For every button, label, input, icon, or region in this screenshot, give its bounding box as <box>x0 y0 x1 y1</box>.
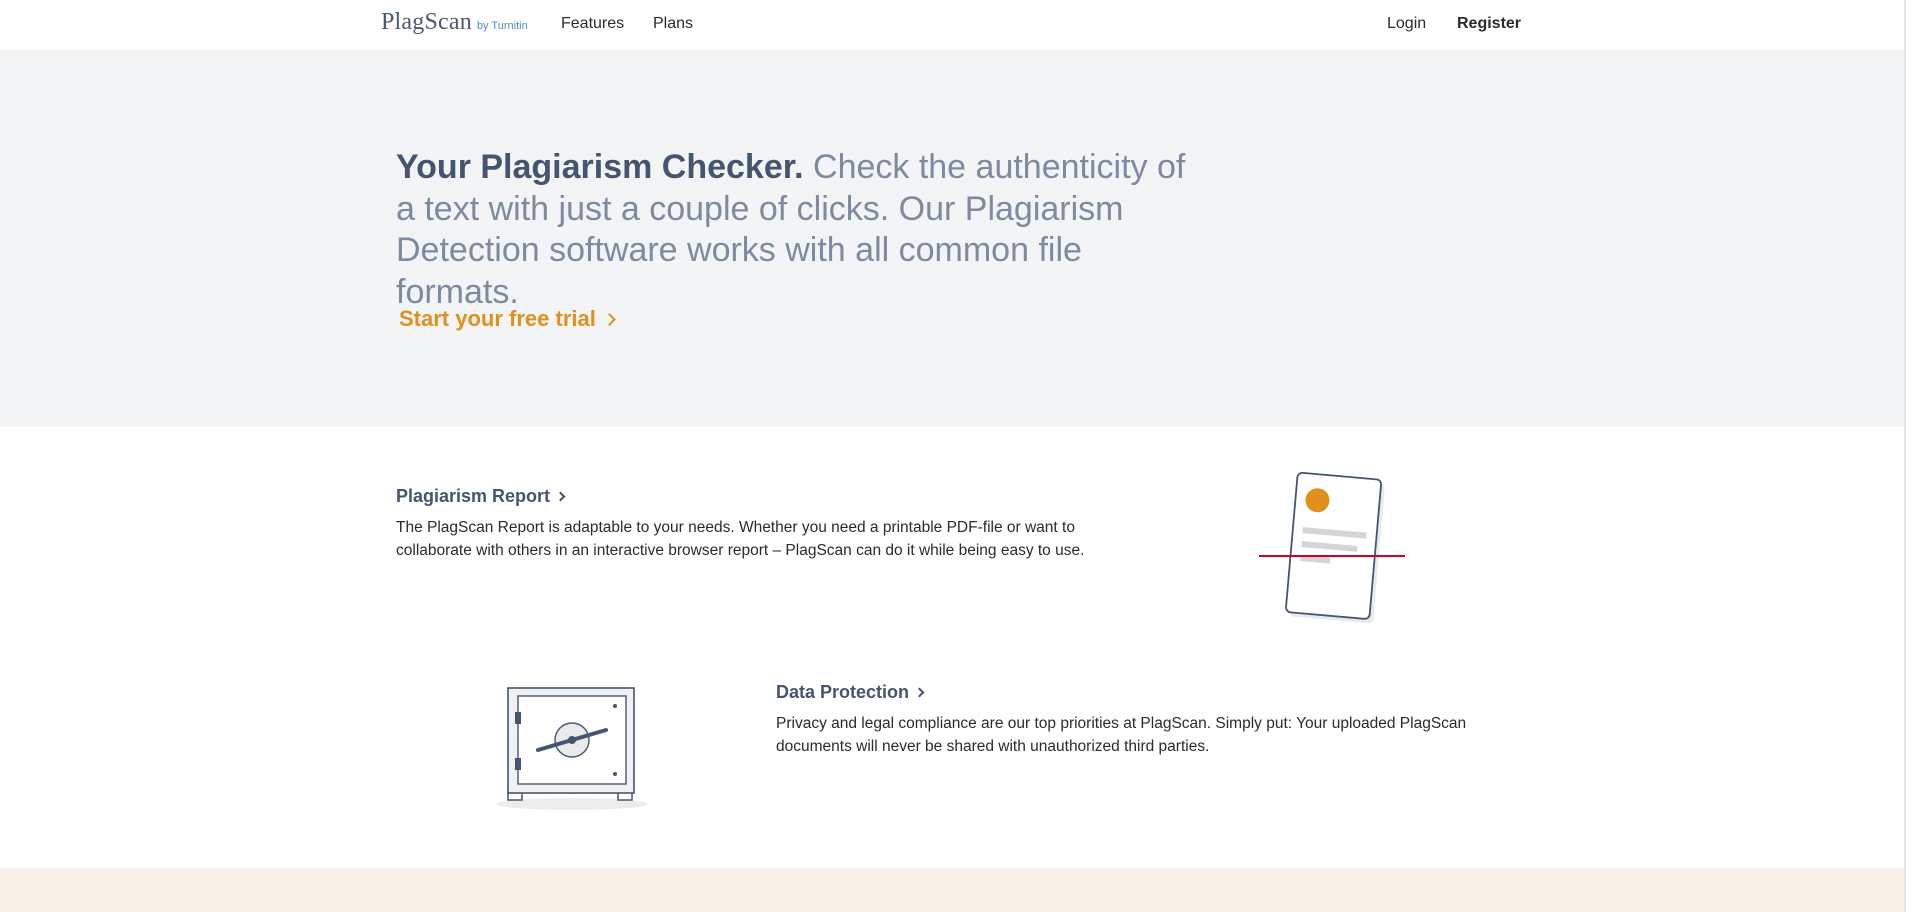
hero-headline-strong: Your Plagiarism Checker. <box>396 148 804 186</box>
logo-wordmark: PlagScan <box>381 9 472 35</box>
login-link[interactable]: Login <box>1387 15 1426 33</box>
plagscan-logo[interactable]: PlagScan by Turnitin <box>381 9 528 41</box>
footer-section <box>0 868 1906 912</box>
plagiarism-report-link[interactable]: Plagiarism Report <box>396 486 566 507</box>
data-protection-link[interactable]: Data Protection <box>776 682 925 703</box>
data-protection-description: Privacy and legal compliance are our top… <box>776 715 1467 755</box>
nav-plans-link[interactable]: Plans <box>653 15 693 33</box>
logo-magnifier-s: S <box>424 9 439 35</box>
hero-headline: Your Plagiarism Checker. Check the authe… <box>396 147 1206 313</box>
data-protection-title: Data Protection <box>776 682 910 702</box>
hero-section: Your Plagiarism Checker. Check the authe… <box>0 50 1906 427</box>
document-scan-icon <box>1259 472 1405 624</box>
site-header: PlagScan by Turnitin Features Plans Logi… <box>0 0 1906 50</box>
plagiarism-report-description: The PlagScan Report is adaptable to your… <box>396 519 1085 559</box>
logo-by-turnitin: by Turnitin <box>476 20 528 32</box>
free-trial-label: Start your free trial <box>399 306 596 331</box>
register-link[interactable]: Register <box>1457 15 1521 33</box>
chevron-right-icon <box>555 491 566 502</box>
chevron-right-icon <box>914 687 925 698</box>
safe-icon <box>496 687 648 810</box>
chevron-right-icon <box>602 313 616 326</box>
plagiarism-report-title: Plagiarism Report <box>396 486 551 506</box>
free-trial-link[interactable]: Start your free trial <box>399 306 616 332</box>
nav-features-link[interactable]: Features <box>561 15 624 33</box>
